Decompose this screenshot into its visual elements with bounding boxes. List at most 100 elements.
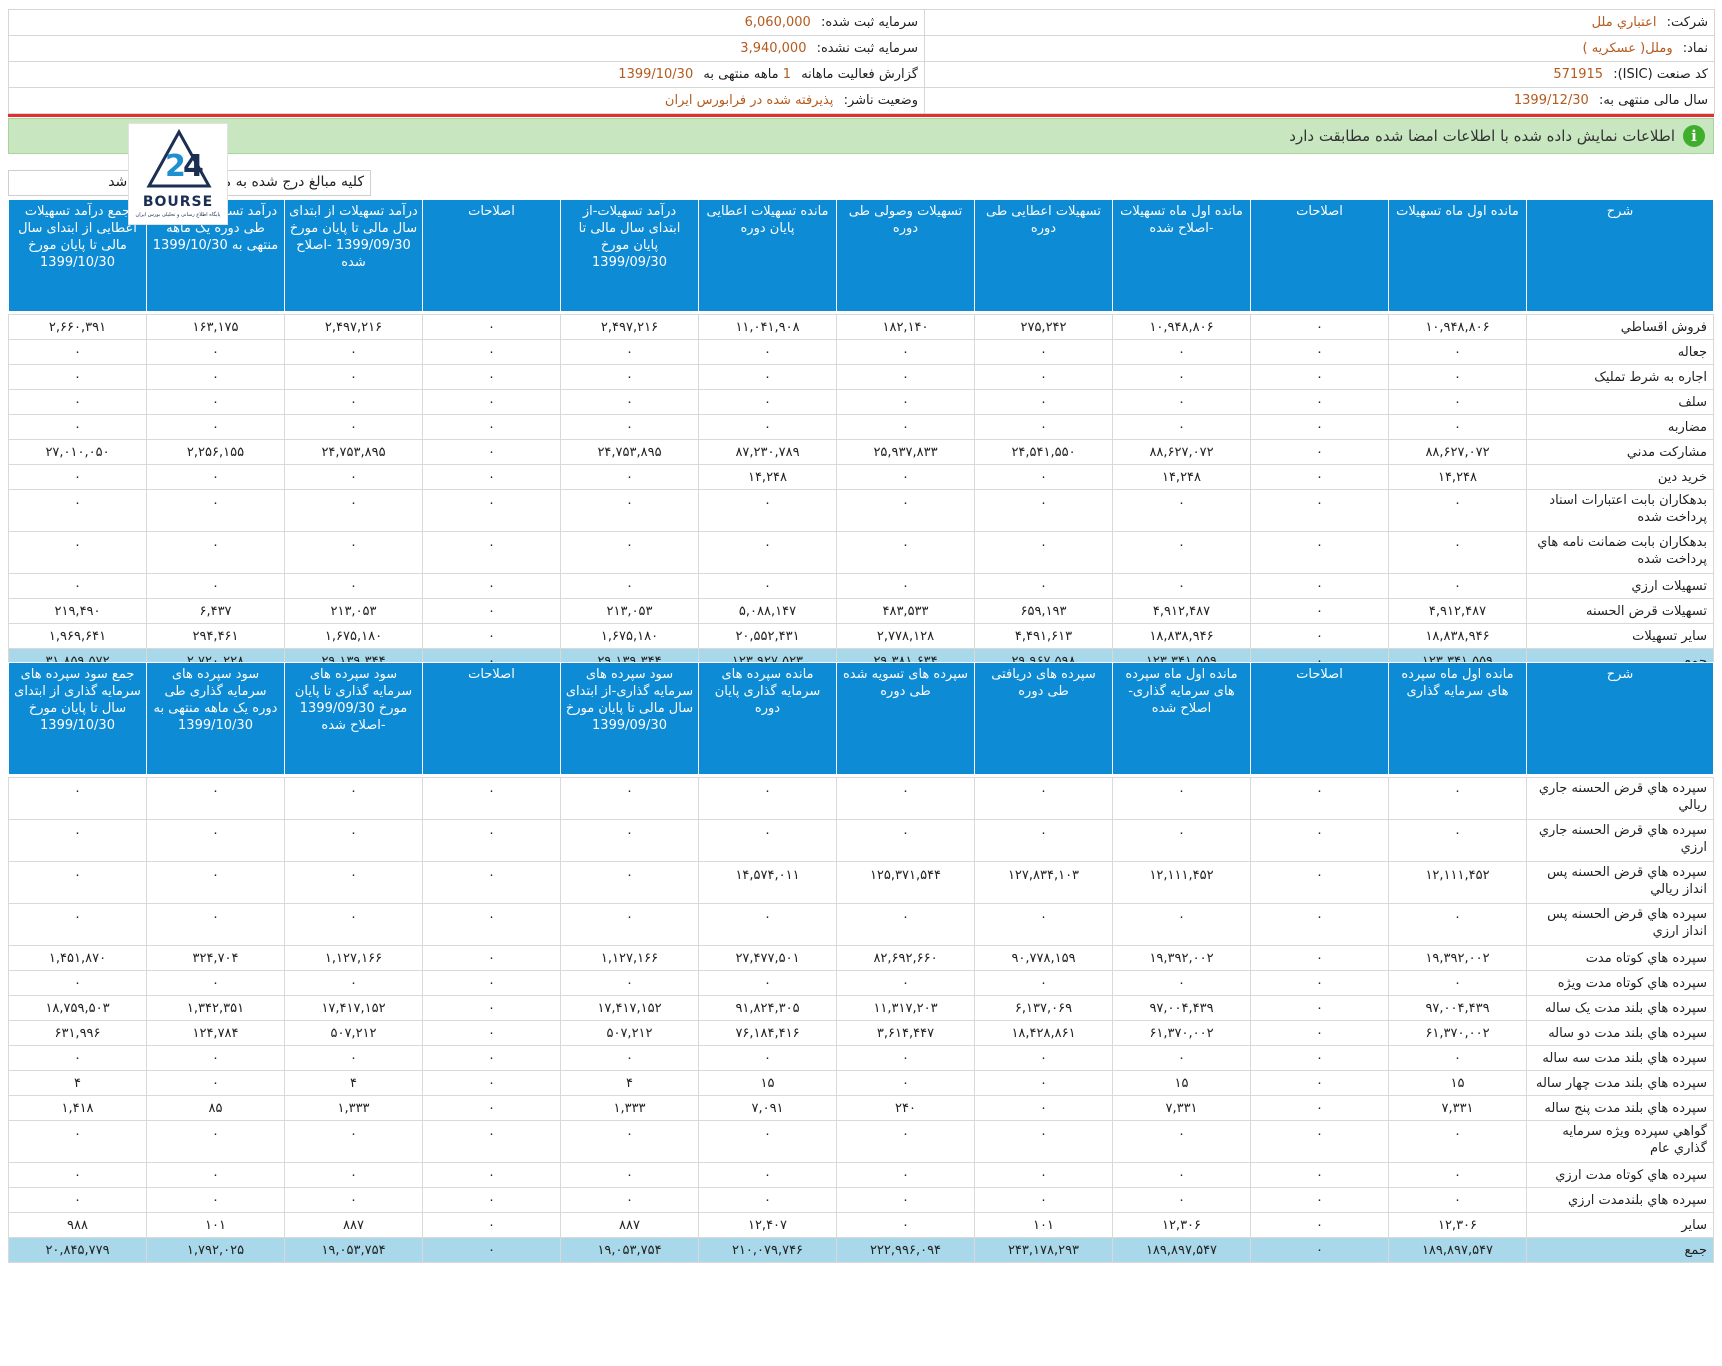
table-cell: ۰	[560, 861, 699, 904]
table-cell: ۰	[560, 389, 699, 415]
table-cell: ۰	[422, 531, 561, 574]
table-cell: ۲۲۲,۹۹۶,۰۹۴	[836, 1237, 975, 1263]
table-cell: ۰	[422, 995, 561, 1021]
table-cell: ۸۷,۲۳۰,۷۸۹	[698, 439, 837, 465]
unregistered-capital-cell: سرمایه ثبت نشده: 3,940,000	[8, 35, 925, 62]
table-cell: ۰	[1112, 364, 1251, 390]
table-cell: ۰	[836, 489, 975, 532]
table-cell: ۰	[836, 573, 975, 599]
table-cell: ۲,۴۹۷,۲۱۶	[560, 314, 699, 340]
table-cell: ۰	[422, 389, 561, 415]
table-cell: ۰	[146, 861, 285, 904]
table-cell: ۶۳۱,۹۹۶	[8, 1020, 147, 1046]
table-cell: ۵۰۷,۲۱۲	[284, 1020, 423, 1046]
row-label: ساير	[1526, 1212, 1714, 1238]
table-cell: ۱,۱۲۷,۱۶۶	[560, 945, 699, 971]
table-cell: ۱۸۹,۸۹۷,۵۴۷	[1112, 1237, 1251, 1263]
report-label-suffix: ماهه منتهی به	[703, 67, 779, 82]
table-cell: ۰	[560, 464, 699, 490]
row-label: سپرده هاي قرض الحسنه جاري ارزي	[1526, 819, 1714, 862]
table-cell: ۰	[1388, 573, 1527, 599]
table-row: سپرده هاي قرض الحسنه پس انداز ريالي ۱۲,۱۱…	[8, 861, 1714, 904]
table-cell: ۲۴,۷۵۳,۸۹۵	[284, 439, 423, 465]
table-cell: ۴	[560, 1070, 699, 1096]
table-row: خريد دين ۱۴,۲۴۸ ۰ ۱۴,۲۴۸ ۰ ۰ ۱۴,۲۴۸ ۰ ۰ ۰ ۰ ۰	[8, 464, 1714, 490]
table-cell: ۰	[1388, 414, 1527, 440]
table-cell: ۰	[422, 314, 561, 340]
table-cell: ۰	[974, 777, 1113, 820]
table-cell: ۰	[836, 777, 975, 820]
table-cell: ۰	[698, 489, 837, 532]
row-label: سپرده هاي بلند مدت سه ساله	[1526, 1045, 1714, 1071]
table-cell: ۰	[560, 1045, 699, 1071]
table-cell: ۱۱,۰۴۱,۹۰۸	[698, 314, 837, 340]
table-cell: ۱,۶۷۵,۱۸۰	[284, 623, 423, 649]
table-cell: ۱۹,۳۹۲,۰۰۲	[1112, 945, 1251, 971]
column-header: سپرده های دریافتی طی دوره	[974, 662, 1113, 775]
table-cell: ۰	[698, 573, 837, 599]
table-cell: ۱۰۱	[146, 1212, 285, 1238]
table-cell: ۰	[422, 819, 561, 862]
table-cell: ۰	[698, 970, 837, 996]
table-cell: ۰	[836, 1187, 975, 1213]
table-cell: ۰	[8, 489, 147, 532]
table-row: سپرده هاي بلند مدت سه ساله ۰ ۰ ۰ ۰ ۰ ۰ ۰ ۰ ۰ ۰ ۰	[8, 1045, 1714, 1071]
row-label: سپرده هاي قرض الحسنه پس انداز ارزي	[1526, 903, 1714, 946]
company-cell: شرکت: اعتباري ملل	[924, 9, 1715, 36]
column-header: درآمد تسهیلات-از ابتدای سال مالی تا پایا…	[560, 199, 699, 312]
table-cell: ۰	[836, 1162, 975, 1188]
logo-word: BOURSE	[142, 194, 214, 210]
table-cell: ۰	[8, 1120, 147, 1163]
table-cell: ۰	[284, 414, 423, 440]
table-cell: ۰	[1250, 903, 1389, 946]
table-row: سپرده هاي بلند مدت پنج ساله ۷,۳۳۱ ۰ ۷,۳۳۱ ۰ ۲…	[8, 1095, 1714, 1121]
table-cell: ۰	[8, 464, 147, 490]
table-cell: ۱۰,۹۴۸,۸۰۶	[1388, 314, 1527, 340]
table-cell: ۴	[284, 1070, 423, 1096]
table-cell: ۰	[146, 777, 285, 820]
table-cell: ۰	[1388, 903, 1527, 946]
table-cell: ۱,۳۳۳	[284, 1095, 423, 1121]
table-cell: ۹۷,۰۰۴,۴۳۹	[1388, 995, 1527, 1021]
table-cell: ۹۰,۷۷۸,۱۵۹	[974, 945, 1113, 971]
table-cell: ۰	[422, 1162, 561, 1188]
table-cell: ۰	[836, 1212, 975, 1238]
table-cell: ۰	[284, 970, 423, 996]
table-cell: ۰	[422, 1212, 561, 1238]
table-cell: ۰	[560, 339, 699, 365]
table-cell: ۰	[146, 364, 285, 390]
table-cell: ۰	[1388, 389, 1527, 415]
table-cell: ۰	[560, 903, 699, 946]
table-cell: ۰	[1388, 1162, 1527, 1188]
table-cell: ۰	[284, 819, 423, 862]
table-cell: ۰	[698, 339, 837, 365]
table-cell: ۲,۴۹۷,۲۱۶	[284, 314, 423, 340]
row-label: سپرده هاي کوتاه مدت	[1526, 945, 1714, 971]
column-header: مانده تسهیلات اعطایی پایان دوره	[698, 199, 837, 312]
table-cell: ۰	[1250, 945, 1389, 971]
table-cell: ۰	[698, 903, 837, 946]
table-cell: ۱۵	[698, 1070, 837, 1096]
verification-text: اطلاعات نمایش داده شده با اطلاعات امضا ش…	[1289, 127, 1675, 145]
table-cell: ۶۱,۳۷۰,۰۰۲	[1112, 1020, 1251, 1046]
table-cell: ۶۱,۳۷۰,۰۰۲	[1388, 1020, 1527, 1046]
table-cell: ۰	[1112, 1045, 1251, 1071]
table-cell: ۰	[284, 903, 423, 946]
column-header: سود سپرده های سرمایه گذاری-از ابتدای سال…	[560, 662, 699, 775]
table-cell: ۰	[1388, 339, 1527, 365]
table-cell: ۰	[8, 389, 147, 415]
table-cell: ۰	[8, 364, 147, 390]
table-row: سپرده هاي قرض الحسنه پس انداز ارزي ۰ ۰ ۰ ۰ ۰ ۰…	[8, 903, 1714, 946]
isic-label: کد صنعت (ISIC):	[1613, 67, 1708, 82]
table-row: بدهکاران بابت اعتبارات اسناد پرداخت شده ۰…	[8, 489, 1714, 532]
table-cell: ۰	[284, 339, 423, 365]
table-cell: ۰	[146, 819, 285, 862]
table-cell: ۰	[422, 1120, 561, 1163]
column-header: سپرده های تسویه شده طی دوره	[836, 662, 975, 775]
table-cell: ۰	[1250, 995, 1389, 1021]
table-cell: ۰	[974, 364, 1113, 390]
company-label: شرکت:	[1666, 15, 1708, 30]
company-info-table: شرکت: اعتباري ملل سرمایه ثبت شده: 6,060,…	[8, 9, 1715, 114]
table-cell: ۲,۷۷۸,۱۲۸	[836, 623, 975, 649]
table-cell: ۱,۴۵۱,۸۷۰	[8, 945, 147, 971]
